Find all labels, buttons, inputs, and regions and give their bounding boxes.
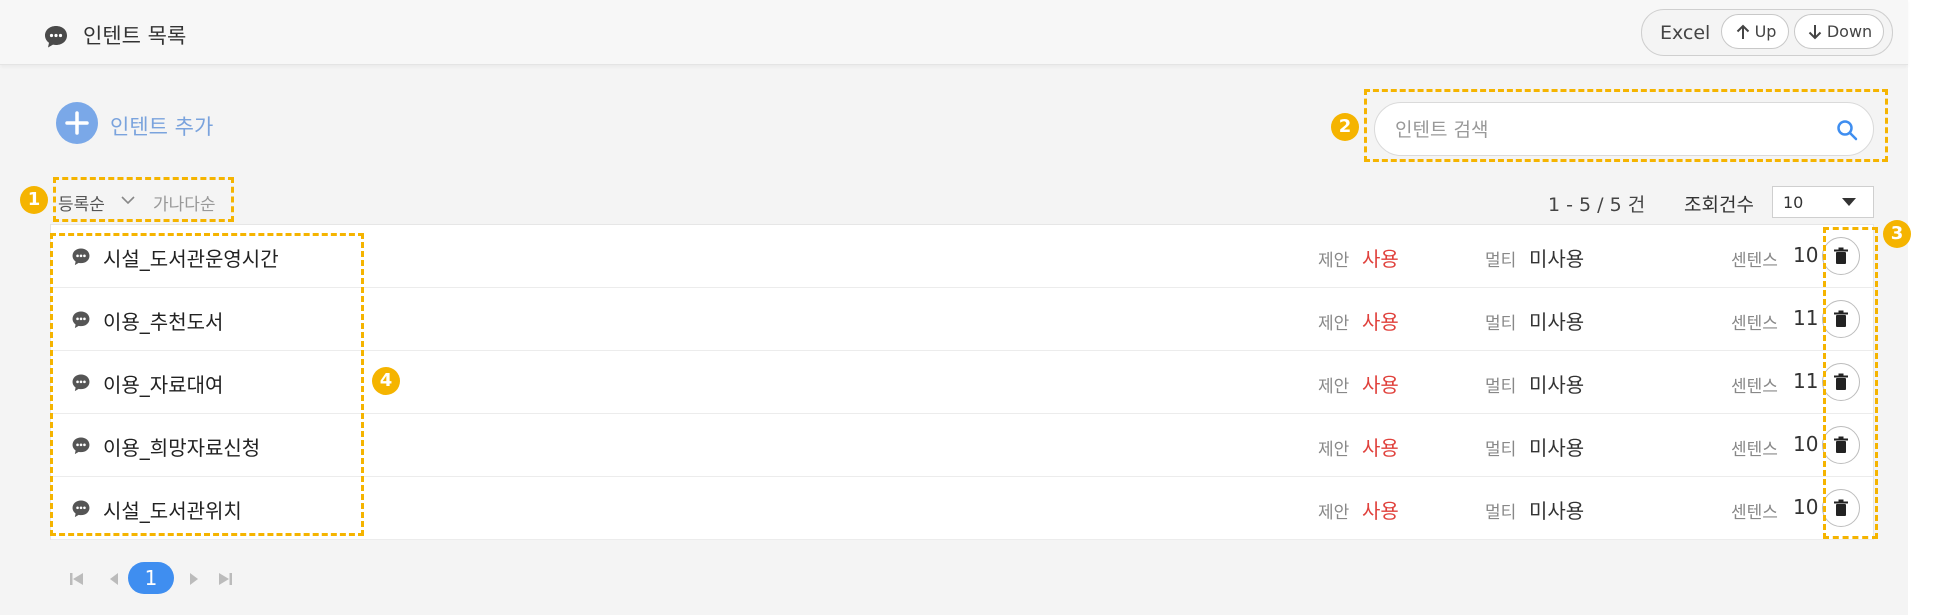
proposal-label: 제안 [1318,314,1350,334]
proposal-status: 사용 [1362,436,1399,460]
sentence-count: 11 [1793,369,1819,393]
chat-bubble-icon [45,26,67,48]
multi-status: 미사용 [1529,310,1585,334]
sentence-count: 10 [1793,432,1819,456]
sentence-count: 11 [1793,306,1819,330]
sentence-count: 10 [1793,243,1819,267]
proposal-status: 사용 [1362,373,1399,397]
proposal-status: 사용 [1362,310,1399,334]
multi-label: 멀티 [1485,440,1517,460]
annotation-box-delete [1823,227,1878,539]
annotation-badge-1: 1 [20,186,48,214]
sentence-label: 센텐스 [1731,440,1778,460]
multi-label: 멀티 [1485,251,1517,271]
proposal-label: 제안 [1318,251,1350,271]
excel-download-button[interactable]: Down [1794,14,1884,49]
page-header: 인텐트 목록 Excel Up Down [0,0,1908,65]
multi-label: 멀티 [1485,503,1517,523]
multi-label: 멀티 [1485,314,1517,334]
plus-icon [65,111,89,135]
annotation-badge-4: 4 [372,367,400,395]
sentence-label: 센텐스 [1731,377,1778,397]
arrow-down-icon [1808,24,1822,39]
annotation-box-search [1364,89,1888,162]
proposal-label: 제안 [1318,440,1350,460]
excel-upload-button[interactable]: Up [1721,14,1789,49]
page-size-select[interactable]: 10 [1772,186,1874,218]
annotation-badge-3: 3 [1883,220,1911,248]
multi-label: 멀티 [1485,377,1517,397]
multi-status: 미사용 [1529,247,1585,271]
current-page[interactable]: 1 [128,562,174,594]
next-page-icon[interactable] [184,570,202,588]
add-intent-button[interactable] [56,102,98,144]
result-count: 1 - 5 / 5 건 [1548,194,1646,216]
last-page-icon[interactable] [216,570,234,588]
sentence-count: 10 [1793,495,1819,519]
upload-label: Up [1754,22,1777,41]
multi-status: 미사용 [1529,373,1585,397]
import-export-toolbar: Excel Up Down [1641,9,1893,56]
proposal-label: 제안 [1318,503,1350,523]
page-title: 인텐트 목록 [83,24,187,48]
excel-label: Excel [1660,22,1711,44]
annotation-box-sort [53,177,234,222]
annotation-box-intent-names [50,233,364,536]
multi-status: 미사용 [1529,499,1585,523]
caret-down-icon [1842,198,1856,206]
arrow-up-icon [1736,24,1749,39]
previous-page-icon[interactable] [106,570,124,588]
proposal-status: 사용 [1362,247,1399,271]
download-label: Down [1826,22,1873,41]
page-size-label: 조회건수 [1684,194,1754,216]
sentence-label: 센텐스 [1731,251,1778,271]
proposal-label: 제안 [1318,377,1350,397]
annotation-badge-2: 2 [1331,113,1359,141]
multi-status: 미사용 [1529,436,1585,460]
sentence-label: 센텐스 [1731,503,1778,523]
sentence-label: 센텐스 [1731,314,1778,334]
add-intent-label[interactable]: 인텐트 추가 [110,111,213,141]
proposal-status: 사용 [1362,499,1399,523]
first-page-icon[interactable] [68,570,86,588]
page-size-value: 10 [1783,193,1804,212]
